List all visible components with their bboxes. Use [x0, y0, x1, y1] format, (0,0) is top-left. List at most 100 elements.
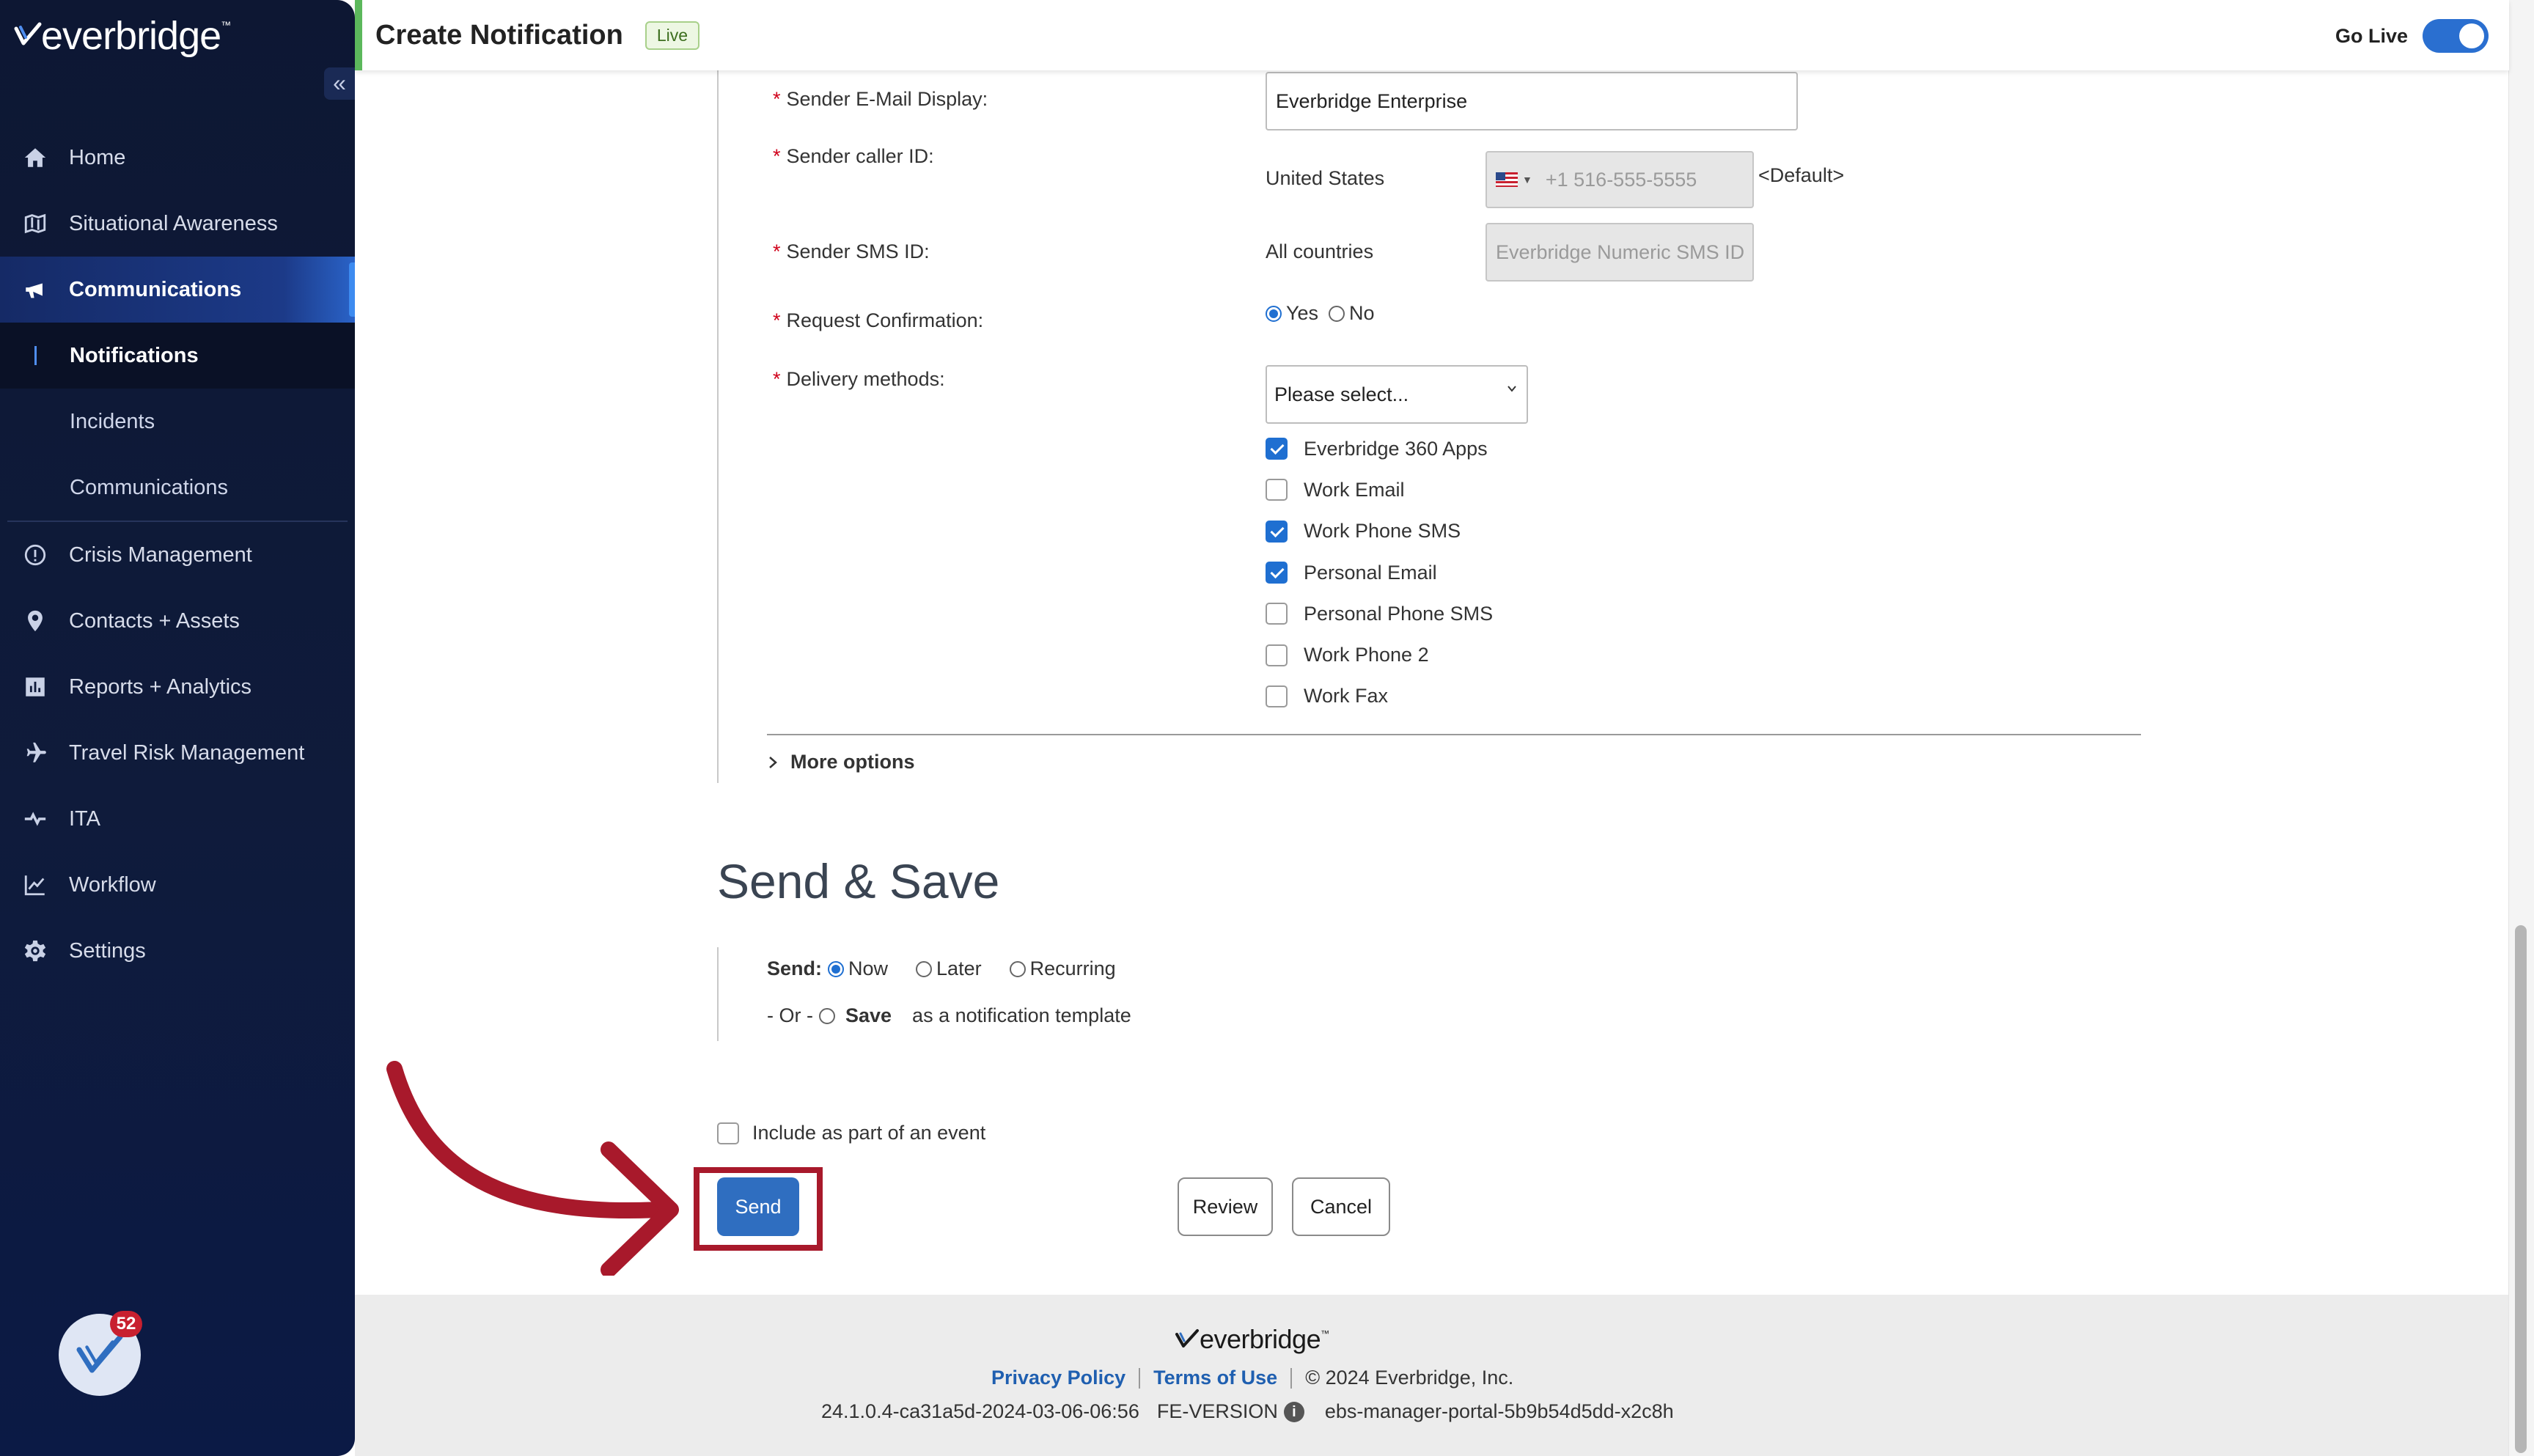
- delivery-methods-list: Everbridge 360 Apps Work Email Work Phon…: [1266, 428, 1493, 717]
- footer-logo: everbridge ™: [1175, 1324, 1329, 1355]
- checkbox[interactable]: [1266, 644, 1288, 666]
- caller-id-country: United States: [1266, 167, 1385, 189]
- send-now-radio[interactable]: [828, 960, 845, 977]
- send-recurring-option[interactable]: Recurring: [1009, 957, 1116, 980]
- sidebar-item-label: Crisis Management: [69, 543, 252, 567]
- status-badge: Live: [644, 21, 700, 50]
- delivery-method-option[interactable]: Work Phone SMS: [1266, 511, 1493, 552]
- send-now-option[interactable]: Now: [828, 957, 888, 980]
- checkbox[interactable]: [1266, 520, 1288, 543]
- delivery-method-option[interactable]: Work Email: [1266, 469, 1493, 510]
- sidebar-subitem-incidents[interactable]: Incidents: [0, 389, 355, 455]
- privacy-policy-link[interactable]: Privacy Policy: [991, 1367, 1125, 1389]
- more-options-label: More options: [790, 751, 915, 773]
- option-label: Yes: [1286, 302, 1319, 324]
- sidebar-item-label: ITA: [69, 806, 100, 831]
- sender-email-input[interactable]: Everbridge Enterprise: [1266, 72, 1798, 130]
- tutorial-arrow-icon: [386, 1061, 679, 1276]
- live-indicator-bar: [355, 0, 362, 70]
- checkbox[interactable]: [1266, 603, 1288, 625]
- sidebar-subitem-communications[interactable]: Communications: [0, 455, 355, 521]
- delivery-method-option[interactable]: Personal Email: [1266, 552, 1493, 593]
- checkbox[interactable]: [1266, 479, 1288, 501]
- everbridge-logo[interactable]: everbridge ™: [13, 10, 231, 62]
- sidebar-item-reports-analytics[interactable]: Reports + Analytics: [0, 654, 355, 720]
- confirm-yes-option[interactable]: Yes: [1266, 302, 1318, 325]
- sidebar-item-workflow[interactable]: Workflow: [0, 852, 355, 918]
- confirm-yes-radio[interactable]: [1266, 305, 1282, 322]
- send-button-highlight: [694, 1167, 823, 1251]
- ita-icon: [21, 804, 50, 834]
- sidebar-item-communications[interactable]: Communications: [0, 257, 355, 323]
- label-text: Sender SMS ID:: [786, 240, 930, 262]
- option-label: Personal Email: [1304, 561, 1437, 584]
- include-event-label: Include as part of an event: [752, 1122, 986, 1144]
- go-live-toggle[interactable]: [2423, 19, 2489, 53]
- go-live-label: Go Live: [2335, 24, 2408, 47]
- caller-id-placeholder: +1 516-555-5555: [1545, 168, 1697, 191]
- include-event-row[interactable]: Include as part of an event: [717, 1122, 985, 1144]
- sidebar-item-label: Contacts + Assets: [69, 608, 240, 633]
- checkbox[interactable]: [1266, 438, 1288, 460]
- caller-id-input[interactable]: ▼ +1 516-555-5555: [1485, 151, 1754, 208]
- sidebar-item-settings[interactable]: Settings: [0, 918, 355, 984]
- send-later-option[interactable]: Later: [916, 957, 982, 980]
- review-button[interactable]: Review: [1178, 1177, 1273, 1236]
- bar-chart-icon: [21, 672, 50, 702]
- everbridge-check-icon: [14, 22, 42, 45]
- option-label: No: [1349, 302, 1375, 324]
- sidebar-item-crisis-management[interactable]: Crisis Management: [0, 522, 355, 588]
- sidebar-item-contacts-assets[interactable]: Contacts + Assets: [0, 588, 355, 654]
- page-header: Create Notification Live Go Live: [355, 0, 2509, 70]
- divider: [767, 734, 2141, 735]
- save-template-row: - Or - Save as a notification template: [767, 1004, 1131, 1027]
- confirm-no-option[interactable]: No: [1329, 302, 1375, 325]
- save-template-radio[interactable]: [818, 1007, 835, 1024]
- location-pin-icon: [21, 606, 50, 636]
- link-separator: [1139, 1367, 1141, 1389]
- sidebar-item-home[interactable]: Home: [0, 125, 355, 191]
- delivery-method-option[interactable]: Personal Phone SMS: [1266, 593, 1493, 634]
- option-label: Now: [848, 957, 889, 979]
- sidebar-subitem-notifications[interactable]: Notifications: [0, 323, 355, 389]
- required-marker: *: [773, 240, 781, 262]
- delivery-method-option[interactable]: Everbridge 360 Apps: [1266, 428, 1493, 469]
- terms-of-use-link[interactable]: Terms of Use: [1153, 1367, 1277, 1389]
- sidebar-item-travel-risk[interactable]: Travel Risk Management: [0, 720, 355, 786]
- go-live-control: Go Live: [2335, 19, 2489, 53]
- collapse-sidebar-button[interactable]: «: [324, 67, 355, 100]
- delivery-method-option[interactable]: Work Fax: [1266, 676, 1493, 717]
- required-marker: *: [773, 368, 781, 390]
- home-icon: [21, 143, 50, 172]
- page-scrollbar[interactable]: [2508, 0, 2534, 1456]
- sidebar-item-label: Notifications: [70, 343, 199, 367]
- sidebar-item-label: Settings: [69, 938, 146, 963]
- option-label: Work Fax: [1304, 685, 1389, 707]
- logo-text: everbridge: [41, 14, 221, 58]
- delivery-method-option[interactable]: Work Phone 2: [1266, 634, 1493, 675]
- sidebar-item-ita[interactable]: ITA: [0, 786, 355, 852]
- section-divider-line: [717, 70, 719, 783]
- send-recurring-radio[interactable]: [1009, 960, 1026, 977]
- checkbox[interactable]: [1266, 562, 1288, 584]
- sms-id-input[interactable]: Everbridge Numeric SMS ID: [1485, 223, 1754, 282]
- cancel-button[interactable]: Cancel: [1292, 1177, 1390, 1236]
- fe-version-label: FE-VERSION: [1156, 1400, 1278, 1422]
- delivery-methods-select[interactable]: Please select...: [1266, 365, 1528, 424]
- required-marker: *: [773, 145, 781, 167]
- checkbox[interactable]: [1266, 685, 1288, 707]
- trademark-mark: ™: [221, 19, 232, 31]
- send-label: Send:: [767, 957, 823, 979]
- include-event-checkbox[interactable]: [717, 1122, 739, 1144]
- sidebar-item-label: Home: [69, 145, 126, 169]
- sidebar-item-situational-awareness[interactable]: Situational Awareness: [0, 191, 355, 257]
- info-icon[interactable]: i: [1283, 1401, 1304, 1422]
- sidebar-item-label: Travel Risk Management: [69, 740, 305, 765]
- scrollbar-thumb[interactable]: [2515, 925, 2527, 1453]
- label-text: Sender E-Mail Display:: [786, 88, 988, 110]
- send-later-radio[interactable]: [916, 960, 933, 977]
- confirm-no-radio[interactable]: [1329, 305, 1345, 322]
- sidebar-item-label: Communications: [70, 475, 228, 499]
- sidebar: everbridge ™ « Home Situational Awarenes…: [0, 0, 355, 1456]
- more-options-toggle[interactable]: More options: [765, 751, 915, 773]
